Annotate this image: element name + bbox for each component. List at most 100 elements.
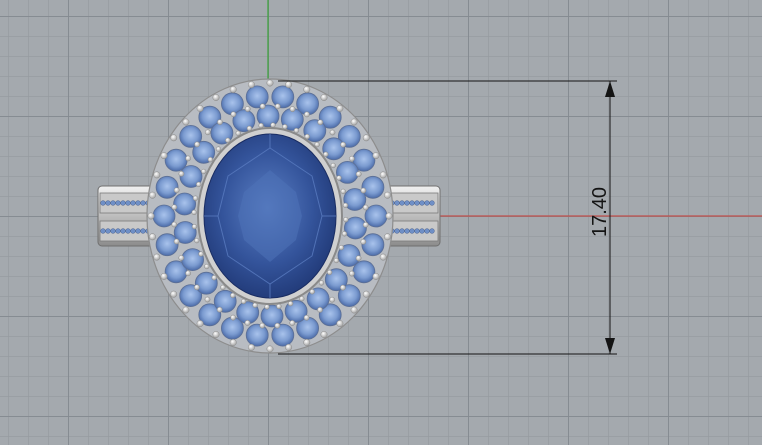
prong [266, 345, 274, 353]
shank-stone [414, 200, 420, 206]
prong [247, 81, 255, 89]
prong [178, 170, 185, 177]
prong [340, 141, 346, 148]
prong [362, 134, 370, 142]
shank-stone [399, 228, 405, 234]
prong [320, 94, 328, 101]
shank-stone [100, 200, 106, 206]
shank-stone [135, 228, 141, 234]
prong [338, 244, 344, 251]
shank-stone [394, 200, 400, 206]
prong [212, 331, 220, 338]
prong [149, 191, 156, 199]
shank-stone [140, 228, 146, 234]
prong [194, 237, 200, 244]
shank-stone [110, 200, 116, 206]
shank-stone [100, 228, 106, 234]
prong [342, 202, 349, 209]
prong [336, 175, 342, 181]
prong [182, 118, 190, 126]
prong [196, 181, 202, 188]
shank-stone [105, 228, 111, 234]
prong [348, 270, 355, 277]
prong [215, 146, 222, 152]
prong [207, 156, 214, 163]
scene-canvas[interactable] [0, 0, 762, 445]
prong [194, 141, 200, 148]
dimension-arrow-top [605, 81, 615, 97]
prong [385, 212, 393, 220]
prong [303, 339, 311, 346]
shank-stone [115, 228, 121, 234]
shank-stone [115, 200, 121, 206]
prong [317, 307, 323, 313]
prong [204, 129, 211, 136]
prong [317, 119, 324, 126]
prong [320, 331, 328, 338]
halo-stone [155, 175, 179, 199]
shank-stone [429, 200, 435, 206]
halo-stone [271, 85, 295, 109]
shank-stone [399, 200, 405, 206]
halo-stone [361, 233, 385, 257]
prong [178, 255, 185, 261]
shank-stone [404, 228, 410, 234]
prong [192, 195, 199, 201]
prong [185, 155, 192, 162]
prong [349, 155, 355, 162]
prong [340, 284, 346, 291]
modeling-viewport[interactable]: 17.40 [0, 0, 762, 445]
prong [276, 303, 282, 310]
prong [350, 306, 358, 314]
prong [285, 343, 293, 351]
shank-stone [409, 200, 415, 206]
shank-stone [120, 200, 126, 206]
prong [314, 141, 320, 148]
shank-stone [135, 200, 141, 206]
prong [147, 212, 155, 220]
prong [244, 320, 251, 326]
shank-stone [105, 200, 111, 206]
prong [336, 320, 344, 328]
prong [360, 187, 367, 194]
prong [379, 171, 387, 179]
shank-stone [125, 228, 131, 234]
shank-stone [120, 228, 126, 234]
prong [289, 320, 296, 326]
prong [336, 104, 344, 112]
prong [191, 209, 197, 216]
prong [230, 314, 236, 321]
center-stone[interactable] [197, 127, 343, 305]
prong [217, 119, 223, 125]
prong [258, 122, 264, 129]
prong [360, 238, 367, 245]
shank-stone [140, 200, 146, 206]
prong [204, 263, 210, 270]
shank-stone [404, 200, 410, 206]
prong [194, 284, 200, 291]
halo-stone [245, 323, 269, 347]
prong [216, 306, 223, 313]
prong [362, 290, 370, 298]
dimension-arrow-bottom [605, 338, 615, 354]
prong [379, 253, 387, 261]
prong [274, 322, 281, 329]
prong [355, 255, 362, 262]
prong [204, 296, 211, 303]
shank-stone [394, 228, 400, 234]
prong [350, 118, 358, 126]
prong [330, 162, 336, 169]
prong [362, 204, 369, 211]
shank-stone [429, 228, 435, 234]
prong [259, 322, 266, 329]
prong [326, 269, 333, 276]
prong [212, 94, 220, 101]
prong [149, 233, 156, 241]
prong [160, 272, 168, 280]
prong [171, 221, 178, 228]
prong [372, 152, 380, 160]
prong [153, 253, 161, 261]
prong [384, 191, 391, 199]
prong [171, 204, 178, 211]
prong [270, 122, 276, 128]
